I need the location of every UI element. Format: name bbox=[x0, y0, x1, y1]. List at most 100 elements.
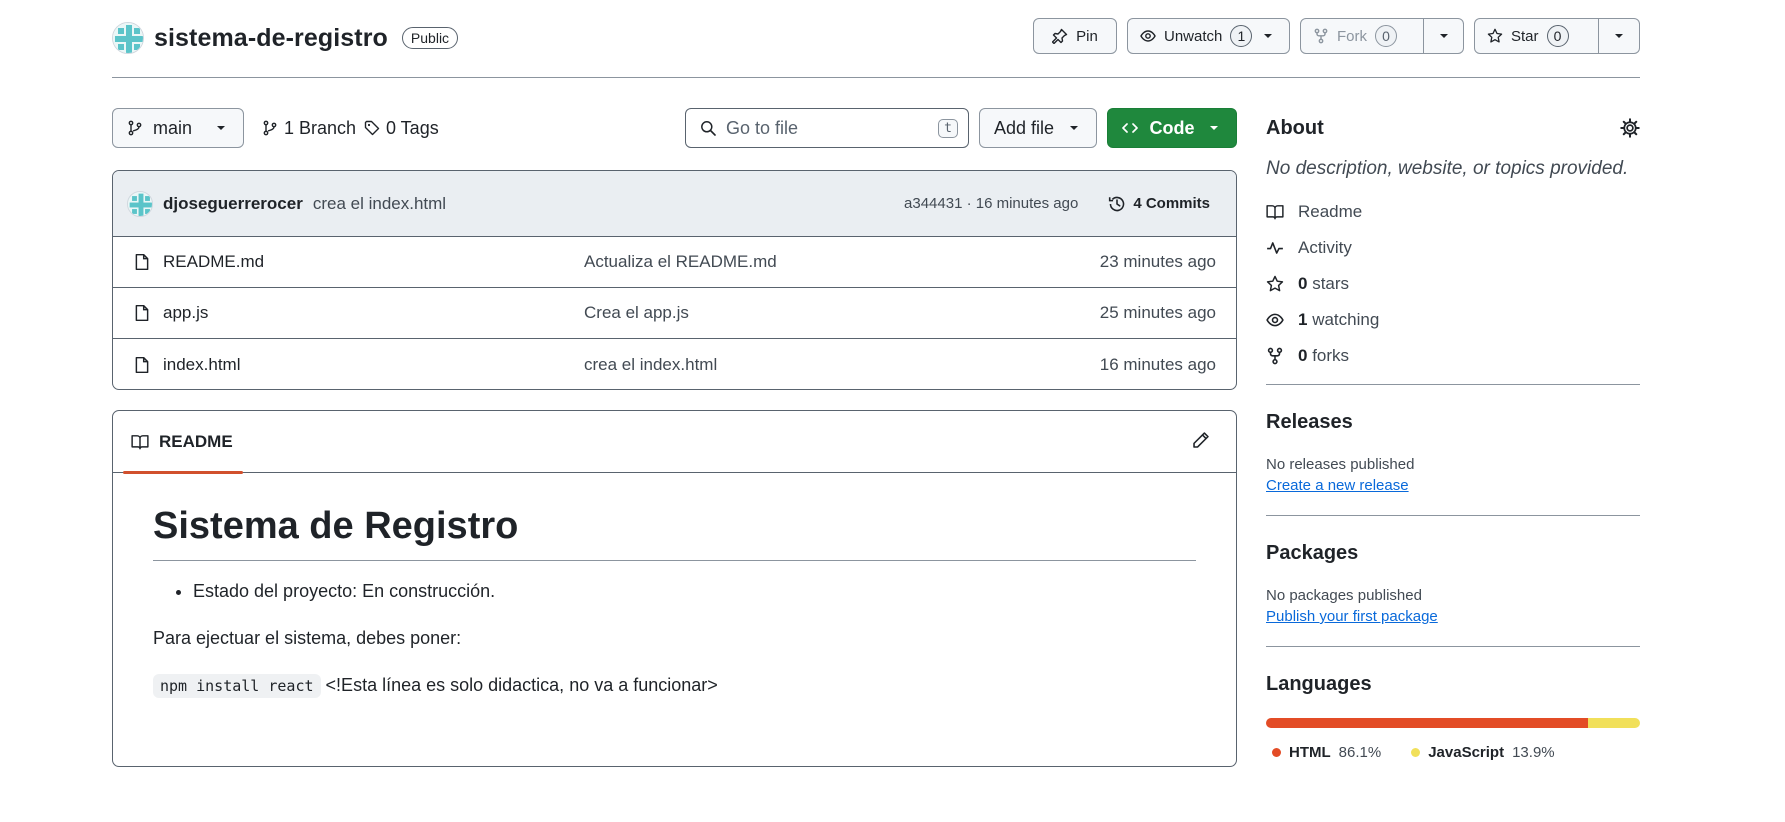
language-percent: 13.9% bbox=[1512, 744, 1555, 761]
search-icon bbox=[701, 121, 716, 136]
caret-down-icon bbox=[1210, 126, 1218, 130]
pin-button[interactable]: Pin bbox=[1033, 18, 1117, 54]
file-commit-message[interactable]: Actualiza el README.md bbox=[584, 252, 777, 272]
readme-panel: README Sistema de Registro Estado del pr… bbox=[112, 410, 1237, 767]
gear-icon[interactable] bbox=[1620, 118, 1640, 138]
language-dot bbox=[1411, 748, 1421, 757]
language-percent: 86.1% bbox=[1338, 744, 1382, 761]
language-item-html[interactable]: HTML 86.1% bbox=[1272, 744, 1381, 761]
code-button[interactable]: Code bbox=[1107, 108, 1237, 148]
star-menu-button[interactable] bbox=[1599, 18, 1640, 54]
language-item-javascript[interactable]: JavaScript 13.9% bbox=[1411, 744, 1555, 761]
file-commit-message[interactable]: Crea el app.js bbox=[584, 303, 689, 323]
releases-title[interactable]: Releases bbox=[1266, 411, 1640, 434]
avatar[interactable] bbox=[127, 190, 153, 217]
stars-link[interactable]: 0 stars bbox=[1266, 266, 1640, 302]
publish-package-link[interactable]: Publish your first package bbox=[1266, 608, 1438, 625]
forks-link[interactable]: 0 forks bbox=[1266, 338, 1640, 374]
star-button-group: Star 0 bbox=[1474, 18, 1640, 54]
file-toolbar: main 1 Branch 0 Tags Go to file t Add fi… bbox=[112, 108, 1237, 148]
go-to-file-input[interactable]: Go to file t bbox=[685, 108, 969, 148]
readme-link-label: Readme bbox=[1298, 202, 1363, 221]
pulse-icon bbox=[1267, 242, 1283, 254]
readme-tab-bar: README bbox=[113, 411, 1236, 474]
file-name[interactable]: README.md bbox=[163, 252, 563, 272]
sidebar: About No description, website, or topics… bbox=[1266, 108, 1640, 761]
about-title: About bbox=[1266, 116, 1324, 139]
fork-icon bbox=[1314, 28, 1328, 44]
caret-down-icon bbox=[217, 126, 225, 130]
forks-label: forks bbox=[1312, 346, 1350, 365]
branches-count: 1 Branch bbox=[284, 117, 357, 138]
file-name[interactable]: app.js bbox=[163, 303, 563, 323]
book-icon bbox=[1266, 205, 1284, 220]
unwatch-button[interactable]: Unwatch 1 bbox=[1127, 18, 1290, 54]
stars-count: 0 bbox=[1298, 274, 1308, 293]
releases-section: Releases No releases published Create a … bbox=[1266, 385, 1640, 495]
language-bar-html bbox=[1266, 718, 1588, 728]
packages-status: No packages published bbox=[1266, 587, 1422, 604]
commit-author[interactable]: djoseguerrerocer bbox=[163, 194, 303, 214]
inline-code: npm install react bbox=[153, 674, 321, 698]
avatar[interactable] bbox=[112, 22, 144, 54]
pencil-icon[interactable] bbox=[1192, 431, 1210, 449]
branch-selector[interactable]: main bbox=[112, 108, 244, 148]
language-bar-javascript bbox=[1588, 718, 1640, 728]
code-icon bbox=[1122, 123, 1138, 133]
add-file-label: Add file bbox=[994, 117, 1055, 138]
activity-link-label: Activity bbox=[1298, 238, 1352, 257]
code-label: Code bbox=[1149, 117, 1195, 138]
packages-title[interactable]: Packages bbox=[1266, 542, 1640, 565]
file-commit-time: 23 minutes ago bbox=[1099, 252, 1216, 271]
fork-menu-button[interactable] bbox=[1424, 18, 1464, 54]
watching-label: watching bbox=[1312, 310, 1380, 329]
file-commit-message[interactable]: crea el index.html bbox=[584, 355, 717, 375]
star-icon bbox=[1487, 28, 1503, 43]
stars-label: stars bbox=[1312, 274, 1350, 293]
caret-down-icon bbox=[1615, 34, 1623, 38]
commit-sha-time[interactable]: a344431 · 16 minutes ago bbox=[904, 195, 1078, 212]
star-button[interactable]: Star 0 bbox=[1474, 18, 1599, 54]
tags-link[interactable]: 0 Tags bbox=[364, 108, 439, 148]
table-row: README.md Actualiza el README.md 23 minu… bbox=[113, 237, 1236, 288]
readme-list: Estado del proyecto: En construcción. bbox=[153, 581, 1196, 602]
watch-counter: 1 bbox=[1230, 25, 1253, 47]
branches-link[interactable]: 1 Branch bbox=[262, 108, 356, 148]
file-icon bbox=[135, 304, 149, 322]
pin-label: Pin bbox=[1076, 27, 1098, 45]
forks-count: 0 bbox=[1298, 346, 1308, 365]
about-list: Readme Activity 0 stars 1 watching 0 for… bbox=[1266, 194, 1640, 374]
commits-link[interactable]: 4 Commits bbox=[1108, 195, 1210, 213]
star-counter: 0 bbox=[1546, 25, 1569, 47]
caret-down-icon bbox=[1439, 34, 1448, 38]
watching-link[interactable]: 1 watching bbox=[1266, 302, 1640, 338]
watching-count: 1 bbox=[1298, 310, 1308, 329]
create-release-link[interactable]: Create a new release bbox=[1266, 477, 1409, 494]
readme-content: Sistema de Registro Estado del proyecto:… bbox=[113, 473, 1236, 698]
activity-link[interactable]: Activity bbox=[1266, 230, 1640, 266]
star-icon bbox=[1266, 275, 1284, 292]
book-icon bbox=[131, 435, 149, 450]
commit-message[interactable]: crea el index.html bbox=[313, 194, 446, 214]
file-name[interactable]: index.html bbox=[163, 355, 563, 375]
fork-button[interactable]: Fork 0 bbox=[1300, 18, 1424, 54]
code-note: <!Esta línea es solo didactica, no va a … bbox=[325, 675, 718, 695]
branch-icon bbox=[128, 120, 142, 136]
releases-status: No releases published bbox=[1266, 456, 1415, 473]
languages-section: Languages HTML 86.1% JavaScript 13.9% bbox=[1266, 647, 1640, 761]
file-commit-time: 25 minutes ago bbox=[1099, 303, 1216, 322]
fork-counter: 0 bbox=[1375, 25, 1397, 47]
repo-actions: Pin Unwatch 1 Fork 0 Star 0 bbox=[1033, 18, 1640, 54]
file-commit-time: 16 minutes ago bbox=[1099, 354, 1216, 374]
branch-name: main bbox=[153, 117, 193, 138]
tab-readme[interactable]: README bbox=[123, 411, 243, 474]
language-name: JavaScript bbox=[1428, 744, 1505, 761]
file-icon bbox=[135, 356, 149, 373]
packages-section: Packages No packages published Publish y… bbox=[1266, 516, 1640, 626]
repo-name[interactable]: sistema-de-registro bbox=[154, 24, 388, 53]
readme-link[interactable]: Readme bbox=[1266, 194, 1640, 230]
eye-icon bbox=[1266, 313, 1284, 327]
history-icon bbox=[1109, 196, 1125, 211]
language-name: HTML bbox=[1289, 744, 1331, 761]
add-file-button[interactable]: Add file bbox=[979, 108, 1097, 148]
